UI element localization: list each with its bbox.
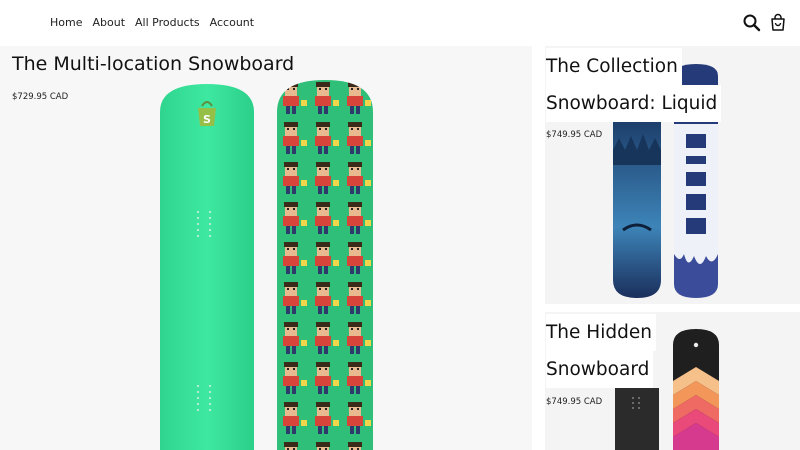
product-card-liquid-price: $749.95 CAD bbox=[546, 130, 603, 140]
search-icon[interactable] bbox=[742, 13, 762, 33]
featured-product-card[interactable] bbox=[0, 46, 532, 450]
nav-account-link[interactable]: Account bbox=[210, 16, 254, 29]
pixel-art-snowboard-image[interactable] bbox=[277, 80, 373, 450]
green-snowboard-image[interactable]: S bbox=[160, 82, 254, 450]
cart-icon[interactable] bbox=[768, 13, 788, 33]
liquid-board-front-image bbox=[613, 120, 661, 298]
nav-all-products-link[interactable]: All Products bbox=[135, 16, 200, 29]
site-header: Home About All Products Account bbox=[0, 0, 800, 46]
main-nav: Home About All Products Account bbox=[50, 16, 254, 29]
svg-text:S: S bbox=[203, 113, 211, 126]
featured-product-title[interactable]: The Multi-location Snowboard bbox=[12, 53, 294, 75]
title-line: Snowboard: Liquid bbox=[546, 85, 722, 122]
hidden-board-front-image bbox=[615, 388, 659, 450]
nav-home-link[interactable]: Home bbox=[50, 16, 82, 29]
title-line: The Hidden bbox=[546, 314, 656, 351]
product-card-hidden-price: $749.95 CAD bbox=[546, 397, 603, 407]
nav-about-link[interactable]: About bbox=[92, 16, 125, 29]
product-card-hidden-title[interactable]: The Hidden Snowboard bbox=[546, 314, 736, 388]
title-line: The Collection bbox=[546, 48, 682, 85]
product-card-liquid-title[interactable]: The Collection Snowboard: Liquid bbox=[546, 48, 736, 122]
featured-product-price: $729.95 CAD bbox=[12, 92, 69, 102]
title-line: Snowboard bbox=[546, 351, 654, 388]
